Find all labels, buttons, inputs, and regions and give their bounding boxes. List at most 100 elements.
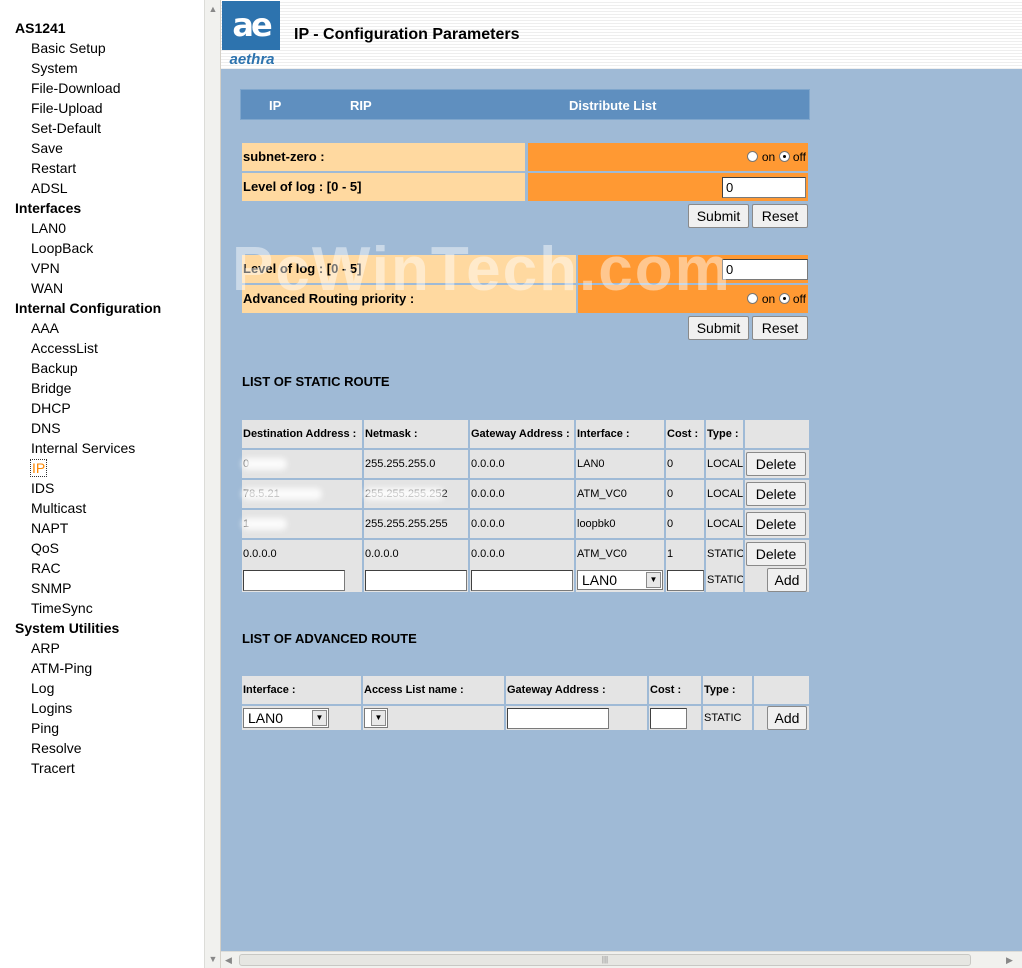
- nav-item-label[interactable]: Resolve: [31, 740, 82, 756]
- nav-item-logins[interactable]: Logins: [0, 698, 204, 718]
- scroll-left-icon[interactable]: ◀: [225, 954, 237, 966]
- tab-rip[interactable]: RIP: [350, 90, 372, 121]
- new-netmask-input[interactable]: [365, 570, 467, 591]
- nav-item-accesslist[interactable]: AccessList: [0, 338, 204, 358]
- nav-item-aaa[interactable]: AAA: [0, 318, 204, 338]
- nav-item-internal-services[interactable]: Internal Services: [0, 438, 204, 458]
- nav-item-qos[interactable]: QoS: [0, 538, 204, 558]
- submit-button-2[interactable]: Submit: [688, 316, 749, 340]
- nav-item-label[interactable]: ATM-Ping: [31, 660, 92, 676]
- nav-item-label[interactable]: LoopBack: [31, 240, 93, 256]
- nav-item-ids[interactable]: IDS: [0, 478, 204, 498]
- nav-item-file-download[interactable]: File-Download: [0, 78, 204, 98]
- nav-item-label[interactable]: LAN0: [31, 220, 66, 236]
- nav-item-ip[interactable]: IP: [0, 458, 204, 478]
- nav-item-backup[interactable]: Backup: [0, 358, 204, 378]
- nav-item-label[interactable]: Multicast: [31, 500, 86, 516]
- chevron-down-icon[interactable]: ▼: [312, 710, 327, 726]
- nav-item-label[interactable]: VPN: [31, 260, 60, 276]
- nav-item-arp[interactable]: ARP: [0, 638, 204, 658]
- nav-item-label[interactable]: Internal Services: [31, 440, 135, 456]
- adv-interface-select[interactable]: LAN0 ▼: [243, 708, 329, 728]
- nav-item-label[interactable]: Backup: [31, 360, 78, 376]
- nav-item-label[interactable]: File-Upload: [31, 100, 103, 116]
- nav-item-label[interactable]: Bridge: [31, 380, 71, 396]
- nav-item-label[interactable]: Ping: [31, 720, 59, 736]
- new-cost-input[interactable]: [667, 570, 704, 591]
- chevron-down-icon[interactable]: ▼: [646, 572, 661, 588]
- nav-item-bridge[interactable]: Bridge: [0, 378, 204, 398]
- log-level-input-2[interactable]: 0: [722, 259, 808, 280]
- nav-item-basic-setup[interactable]: Basic Setup: [0, 38, 204, 58]
- nav-item-wan[interactable]: WAN: [0, 278, 204, 298]
- nav-item-label[interactable]: Save: [31, 140, 63, 156]
- nav-item-file-upload[interactable]: File-Upload: [0, 98, 204, 118]
- nav-vertical-scrollbar[interactable]: ▲ ▼: [204, 0, 220, 968]
- nav-item-restart[interactable]: Restart: [0, 158, 204, 178]
- adv-gateway-input[interactable]: [507, 708, 609, 729]
- subnet-zero-off-radio[interactable]: [778, 151, 790, 162]
- nav-item-ping[interactable]: Ping: [0, 718, 204, 738]
- scroll-down-icon[interactable]: ▼: [207, 952, 219, 966]
- new-interface-select[interactable]: LAN0 ▼: [577, 570, 663, 590]
- nav-item-label[interactable]: AAA: [31, 320, 59, 336]
- horizontal-scrollbar[interactable]: ◀ ||| ▶: [221, 951, 1022, 968]
- nav-item-atm-ping[interactable]: ATM-Ping: [0, 658, 204, 678]
- nav-item-save[interactable]: Save: [0, 138, 204, 158]
- nav-item-dns[interactable]: DNS: [0, 418, 204, 438]
- nav-item-napt[interactable]: NAPT: [0, 518, 204, 538]
- nav-item-resolve[interactable]: Resolve: [0, 738, 204, 758]
- nav-item-adsl[interactable]: ADSL: [0, 178, 204, 198]
- nav-item-label[interactable]: ADSL: [31, 180, 68, 196]
- delete-route-button[interactable]: Delete: [746, 482, 806, 506]
- nav-item-tracert[interactable]: Tracert: [0, 758, 204, 778]
- nav-item-label[interactable]: Restart: [31, 160, 76, 176]
- adv-cost-input[interactable]: [650, 708, 687, 729]
- scroll-thumb[interactable]: |||: [239, 954, 971, 966]
- nav-item-label[interactable]: IDS: [31, 480, 54, 496]
- nav-item-label[interactable]: Logins: [31, 700, 72, 716]
- nav-item-label[interactable]: AccessList: [31, 340, 98, 356]
- nav-item-log[interactable]: Log: [0, 678, 204, 698]
- access-list-select[interactable]: ▼: [364, 708, 388, 728]
- log-level-input-1[interactable]: 0: [722, 177, 806, 198]
- nav-item-label[interactable]: System: [31, 60, 78, 76]
- nav-item-system[interactable]: System: [0, 58, 204, 78]
- nav-item-label[interactable]: Log: [31, 680, 54, 696]
- nav-item-label[interactable]: File-Download: [31, 80, 120, 96]
- tab-ip[interactable]: IP: [269, 90, 281, 121]
- nav-item-label[interactable]: RAC: [31, 560, 61, 576]
- nav-item-loopback[interactable]: LoopBack: [0, 238, 204, 258]
- new-destination-input[interactable]: [243, 570, 345, 591]
- adv-priority-off-radio[interactable]: [778, 293, 790, 304]
- nav-item-label[interactable]: IP: [29, 459, 48, 477]
- nav-item-snmp[interactable]: SNMP: [0, 578, 204, 598]
- nav-item-label[interactable]: QoS: [31, 540, 59, 556]
- nav-item-lan0[interactable]: LAN0: [0, 218, 204, 238]
- nav-item-rac[interactable]: RAC: [0, 558, 204, 578]
- add-route-button[interactable]: Add: [767, 568, 807, 592]
- add-advanced-route-button[interactable]: Add: [767, 706, 807, 730]
- nav-item-label[interactable]: SNMP: [31, 580, 71, 596]
- nav-item-dhcp[interactable]: DHCP: [0, 398, 204, 418]
- adv-priority-on-radio[interactable]: [747, 293, 759, 304]
- nav-item-label[interactable]: TimeSync: [31, 600, 93, 616]
- nav-item-multicast[interactable]: Multicast: [0, 498, 204, 518]
- nav-item-label[interactable]: WAN: [31, 280, 63, 296]
- nav-item-set-default[interactable]: Set-Default: [0, 118, 204, 138]
- nav-item-label[interactable]: Basic Setup: [31, 40, 106, 56]
- delete-route-button[interactable]: Delete: [746, 512, 806, 536]
- scroll-up-icon[interactable]: ▲: [207, 2, 219, 16]
- nav-item-timesync[interactable]: TimeSync: [0, 598, 204, 618]
- submit-button-1[interactable]: Submit: [688, 204, 749, 228]
- nav-item-vpn[interactable]: VPN: [0, 258, 204, 278]
- nav-item-label[interactable]: DNS: [31, 420, 61, 436]
- new-gateway-input[interactable]: [471, 570, 573, 591]
- nav-item-label[interactable]: Set-Default: [31, 120, 101, 136]
- delete-route-button[interactable]: Delete: [746, 542, 806, 566]
- subnet-zero-on-radio[interactable]: [747, 151, 759, 162]
- chevron-down-icon[interactable]: ▼: [371, 710, 386, 726]
- tab-distribute-list[interactable]: Distribute List: [569, 90, 656, 121]
- delete-route-button[interactable]: Delete: [746, 452, 806, 476]
- scroll-right-icon[interactable]: ▶: [1006, 954, 1018, 966]
